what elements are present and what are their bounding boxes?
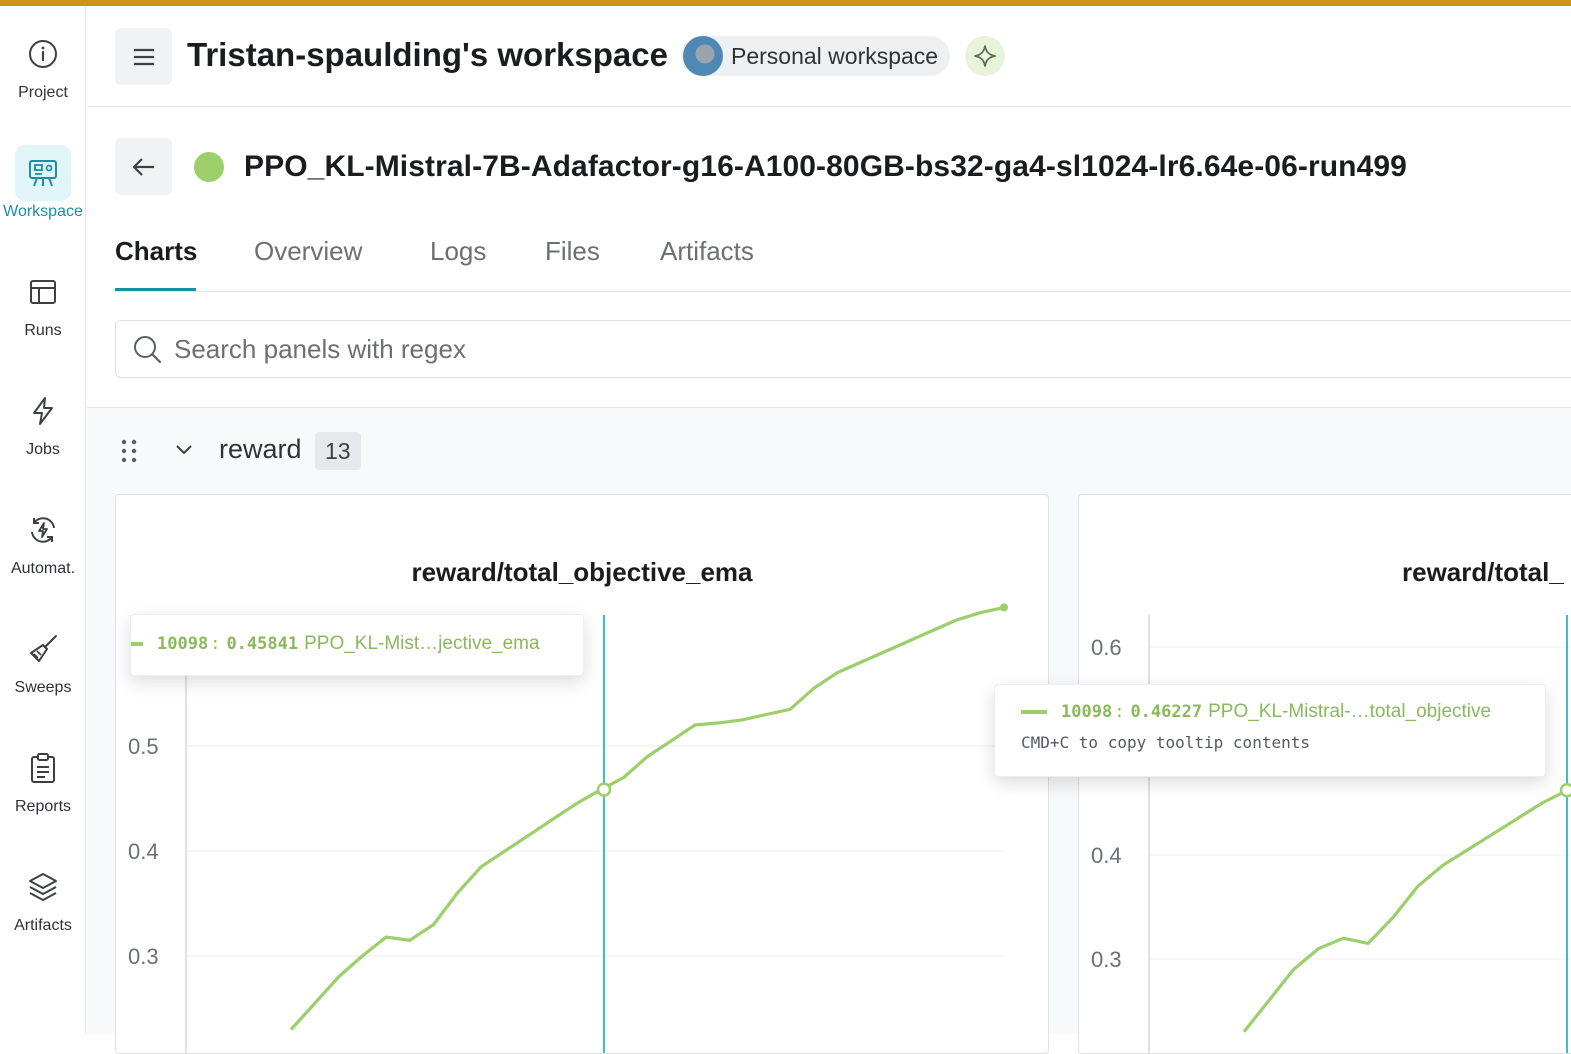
hover-marker bbox=[1559, 782, 1571, 798]
tooltip-series-name: PPO_KL-Mist…jective_ema bbox=[304, 633, 540, 654]
sparkle-icon bbox=[974, 45, 996, 67]
chart-tooltip: 10098: 0.45841 PPO_KL-Mist…jective_ema bbox=[130, 614, 584, 676]
tab-charts[interactable]: Charts bbox=[115, 236, 197, 267]
tooltip-step: 10098 bbox=[1061, 702, 1113, 722]
sidebar-item-artifacts[interactable]: Artifacts bbox=[0, 859, 86, 959]
sidebar-item-label: Project bbox=[18, 84, 68, 101]
y-tick-label: 0.4 bbox=[1091, 843, 1122, 868]
tooltip-value: 0.45841 bbox=[226, 634, 299, 654]
hover-marker bbox=[596, 782, 612, 797]
lightning-icon bbox=[15, 383, 71, 439]
sidebar-item-label: Jobs bbox=[26, 441, 60, 458]
series-swatch bbox=[1021, 710, 1047, 714]
avatar bbox=[683, 36, 723, 76]
sidebar-item-automations[interactable]: Automat. bbox=[0, 502, 86, 602]
workspace-title: Tristan-spaulding's workspace bbox=[187, 36, 668, 73]
sidebar-item-label: Artifacts bbox=[14, 917, 72, 934]
left-sidebar: Project Workspace Runs Jobs Automat. Swe… bbox=[0, 6, 86, 1034]
y-tick-label: 0.5 bbox=[128, 734, 159, 759]
sidebar-item-label: Workspace bbox=[3, 203, 83, 220]
series-end-point bbox=[1000, 603, 1008, 612]
tooltip-copy-hint: CMD+C to copy tooltip contents bbox=[1021, 733, 1310, 752]
automation-icon bbox=[15, 502, 71, 558]
back-button[interactable] bbox=[115, 138, 172, 195]
main-content: Tristan-spaulding's workspace Personal w… bbox=[87, 6, 1571, 1054]
tooltip-series-name: PPO_KL-Mistral-…total_objective bbox=[1208, 701, 1492, 722]
sidebar-item-label: Automat. bbox=[10, 560, 76, 577]
tab-overview[interactable]: Overview bbox=[254, 236, 362, 267]
sidebar-item-label: Sweeps bbox=[14, 679, 72, 696]
y-tick-label: 0.3 bbox=[128, 944, 159, 969]
line-chart: 0.5 0.4 0.3 bbox=[128, 603, 1008, 1053]
workspace-header: Tristan-spaulding's workspace Personal w… bbox=[87, 6, 1571, 107]
menu-button[interactable] bbox=[115, 28, 172, 85]
y-tick-label: 0.6 bbox=[1091, 635, 1122, 660]
chart-tooltip: 10098: 0.46227 PPO_KL-Mistral-…total_obj… bbox=[994, 684, 1546, 777]
active-tab-indicator bbox=[115, 288, 196, 291]
drag-handle-icon[interactable] bbox=[119, 438, 139, 469]
tooltip-step: 10098 bbox=[157, 634, 209, 654]
info-icon bbox=[15, 26, 71, 82]
chevron-down-icon[interactable] bbox=[173, 438, 195, 465]
hamburger-icon bbox=[133, 48, 154, 65]
sidebar-item-label: Runs bbox=[24, 322, 62, 339]
table-icon bbox=[15, 264, 71, 320]
tooltip-value: 0.46227 bbox=[1130, 702, 1203, 722]
clipboard-icon bbox=[15, 740, 71, 796]
y-tick-label: 0.4 bbox=[128, 839, 159, 864]
chart-panel[interactable]: reward/total_objective_ema 0.5 0.4 0.3 100… bbox=[115, 494, 1049, 1054]
arrow-left-icon bbox=[132, 157, 154, 176]
tab-artifacts[interactable]: Artifacts bbox=[660, 236, 754, 267]
sidebar-item-label: Reports bbox=[14, 798, 72, 815]
run-header: PPO_KL-Mistral-7B-Adafactor-g16-A100-80G… bbox=[87, 108, 1571, 228]
run-name: PPO_KL-Mistral-7B-Adafactor-g16-A100-80G… bbox=[244, 150, 1407, 183]
search-input[interactable] bbox=[174, 321, 1474, 377]
panel-search bbox=[115, 320, 1571, 378]
ai-assist-button[interactable] bbox=[965, 36, 1005, 76]
sidebar-item-runs[interactable]: Runs bbox=[0, 264, 86, 364]
tab-files[interactable]: Files bbox=[545, 236, 600, 267]
sidebar-item-workspace[interactable]: Workspace bbox=[0, 145, 86, 245]
broom-icon bbox=[15, 621, 71, 677]
search-icon bbox=[132, 334, 162, 369]
sidebar-item-jobs[interactable]: Jobs bbox=[0, 383, 86, 483]
panels-area: reward 13 reward/total_objective_ema 0.5… bbox=[87, 407, 1571, 1054]
run-tabs: Charts Overview Logs Files Artifacts bbox=[115, 228, 1571, 292]
sidebar-item-sweeps[interactable]: Sweeps bbox=[0, 621, 86, 721]
sidebar-item-project[interactable]: Project bbox=[0, 26, 86, 126]
section-count-badge: 13 bbox=[315, 432, 361, 470]
workspace-pill-label: Personal workspace bbox=[731, 42, 939, 69]
y-tick-label: 0.3 bbox=[1091, 947, 1122, 972]
tab-logs[interactable]: Logs bbox=[430, 236, 486, 267]
workspace-switcher[interactable]: Personal workspace bbox=[681, 36, 951, 76]
series-line bbox=[1242, 789, 1568, 1033]
run-status-dot bbox=[194, 152, 224, 182]
section-title[interactable]: reward bbox=[219, 434, 302, 465]
layers-icon bbox=[15, 859, 71, 915]
workspace-icon bbox=[15, 145, 71, 201]
panel-section-header: reward 13 bbox=[87, 430, 687, 470]
sidebar-item-reports[interactable]: Reports bbox=[0, 740, 86, 840]
series-swatch bbox=[131, 642, 143, 646]
